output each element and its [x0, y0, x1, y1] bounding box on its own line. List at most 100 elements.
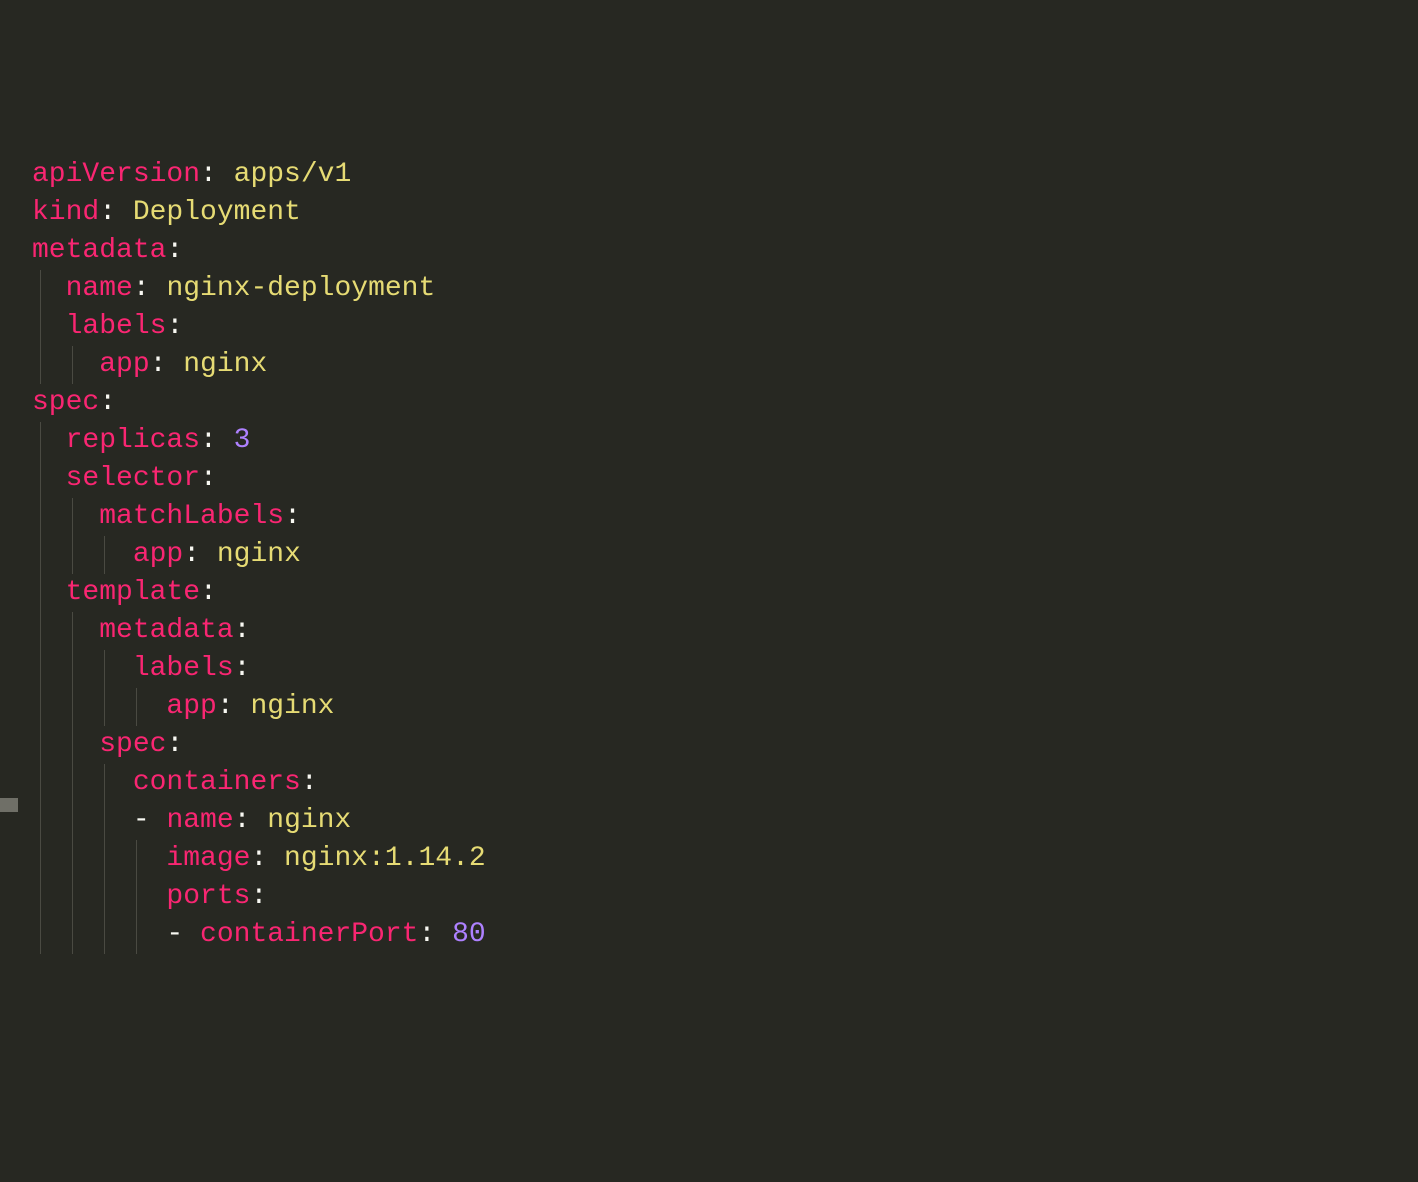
- indent-guide: [40, 536, 41, 574]
- indent-guide: [40, 612, 41, 650]
- token-str: nginx: [267, 805, 351, 836]
- token-str: Deployment: [133, 197, 301, 228]
- indent-guide: [104, 840, 105, 878]
- token-punct: :: [217, 691, 251, 722]
- indent-guide: [72, 726, 73, 764]
- indent-guide: [40, 916, 41, 954]
- code-line[interactable]: labels:: [0, 308, 1418, 346]
- code-line[interactable]: ports:: [0, 878, 1418, 916]
- token-str: nginx-deployment: [166, 273, 435, 304]
- indent-guide: [72, 688, 73, 726]
- indent-guide: [40, 460, 41, 498]
- token-punct: :: [200, 577, 217, 608]
- indent-guide: [136, 878, 137, 916]
- line-content: - name: nginx: [32, 805, 351, 836]
- token-key: kind: [32, 197, 99, 228]
- line-content: metadata:: [32, 235, 183, 266]
- line-content: labels:: [32, 311, 183, 342]
- indent-guide: [72, 650, 73, 688]
- code-editor[interactable]: apiVersion: apps/v1kind: Deploymentmetad…: [0, 156, 1418, 954]
- line-content: apiVersion: apps/v1: [32, 159, 351, 190]
- indent-guide: [104, 688, 105, 726]
- line-content: spec:: [32, 387, 116, 418]
- code-line[interactable]: name: nginx-deployment: [0, 270, 1418, 308]
- token-key: image: [166, 843, 250, 874]
- token-punct: :: [150, 349, 184, 380]
- indent-guide: [104, 536, 105, 574]
- token-str: nginx: [183, 349, 267, 380]
- token-key: containerPort: [200, 919, 418, 950]
- line-content: containers:: [32, 767, 318, 798]
- code-line[interactable]: app: nginx: [0, 346, 1418, 384]
- code-line[interactable]: app: nginx: [0, 536, 1418, 574]
- indent-guide: [40, 308, 41, 346]
- indent-guide: [136, 840, 137, 878]
- indent-guide: [72, 612, 73, 650]
- token-punct: :: [250, 881, 267, 912]
- code-line[interactable]: apiVersion: apps/v1: [0, 156, 1418, 194]
- indent-guide: [40, 346, 41, 384]
- token-punct: :: [99, 197, 133, 228]
- code-line[interactable]: labels:: [0, 650, 1418, 688]
- token-punct: :: [200, 159, 234, 190]
- token-key: labels: [66, 311, 167, 342]
- token-key: app: [133, 539, 183, 570]
- token-num: 3: [234, 425, 251, 456]
- indent-guide: [104, 878, 105, 916]
- line-content: template:: [32, 577, 217, 608]
- token-num: 80: [452, 919, 486, 950]
- indent-guide: [72, 346, 73, 384]
- indent-guide: [72, 878, 73, 916]
- line-content: metadata:: [32, 615, 250, 646]
- token-dash: -: [133, 805, 167, 836]
- code-line[interactable]: selector:: [0, 460, 1418, 498]
- indent-guide: [104, 650, 105, 688]
- code-line[interactable]: spec:: [0, 726, 1418, 764]
- token-punct: :: [200, 425, 234, 456]
- indent-guide: [40, 422, 41, 460]
- token-punct: :: [166, 729, 183, 760]
- token-punct: :: [418, 919, 452, 950]
- token-key: labels: [133, 653, 234, 684]
- code-line[interactable]: replicas: 3: [0, 422, 1418, 460]
- code-line[interactable]: - name: nginx: [0, 802, 1418, 840]
- token-key: matchLabels: [99, 501, 284, 532]
- token-key: containers: [133, 767, 301, 798]
- code-line[interactable]: containers:: [0, 764, 1418, 802]
- token-punct: :: [234, 653, 251, 684]
- token-key: app: [166, 691, 216, 722]
- line-content: image: nginx:1.14.2: [32, 843, 486, 874]
- token-key: name: [66, 273, 133, 304]
- indent-guide: [136, 916, 137, 954]
- line-content: spec:: [32, 729, 183, 760]
- cursor-block: [0, 798, 18, 812]
- token-key: apiVersion: [32, 159, 200, 190]
- token-punct: :: [133, 273, 167, 304]
- line-content: name: nginx-deployment: [32, 273, 435, 304]
- code-line[interactable]: app: nginx: [0, 688, 1418, 726]
- code-line[interactable]: metadata:: [0, 612, 1418, 650]
- indent-guide: [40, 802, 41, 840]
- code-line[interactable]: spec:: [0, 384, 1418, 422]
- indent-guide: [104, 916, 105, 954]
- line-content: selector:: [32, 463, 217, 494]
- code-line[interactable]: metadata:: [0, 232, 1418, 270]
- token-punct: :: [284, 501, 301, 532]
- token-punct: :: [166, 235, 183, 266]
- code-line[interactable]: kind: Deployment: [0, 194, 1418, 232]
- code-line[interactable]: template:: [0, 574, 1418, 612]
- code-line[interactable]: matchLabels:: [0, 498, 1418, 536]
- token-key: ports: [166, 881, 250, 912]
- token-str: nginx: [217, 539, 301, 570]
- code-line[interactable]: image: nginx:1.14.2: [0, 840, 1418, 878]
- token-key: metadata: [32, 235, 166, 266]
- code-line[interactable]: - containerPort: 80: [0, 916, 1418, 954]
- indent-guide: [40, 650, 41, 688]
- token-str: apps/v1: [234, 159, 352, 190]
- token-key: name: [166, 805, 233, 836]
- token-key: metadata: [99, 615, 233, 646]
- token-punct: :: [301, 767, 318, 798]
- indent-guide: [72, 536, 73, 574]
- indent-guide: [72, 498, 73, 536]
- indent-guide: [104, 764, 105, 802]
